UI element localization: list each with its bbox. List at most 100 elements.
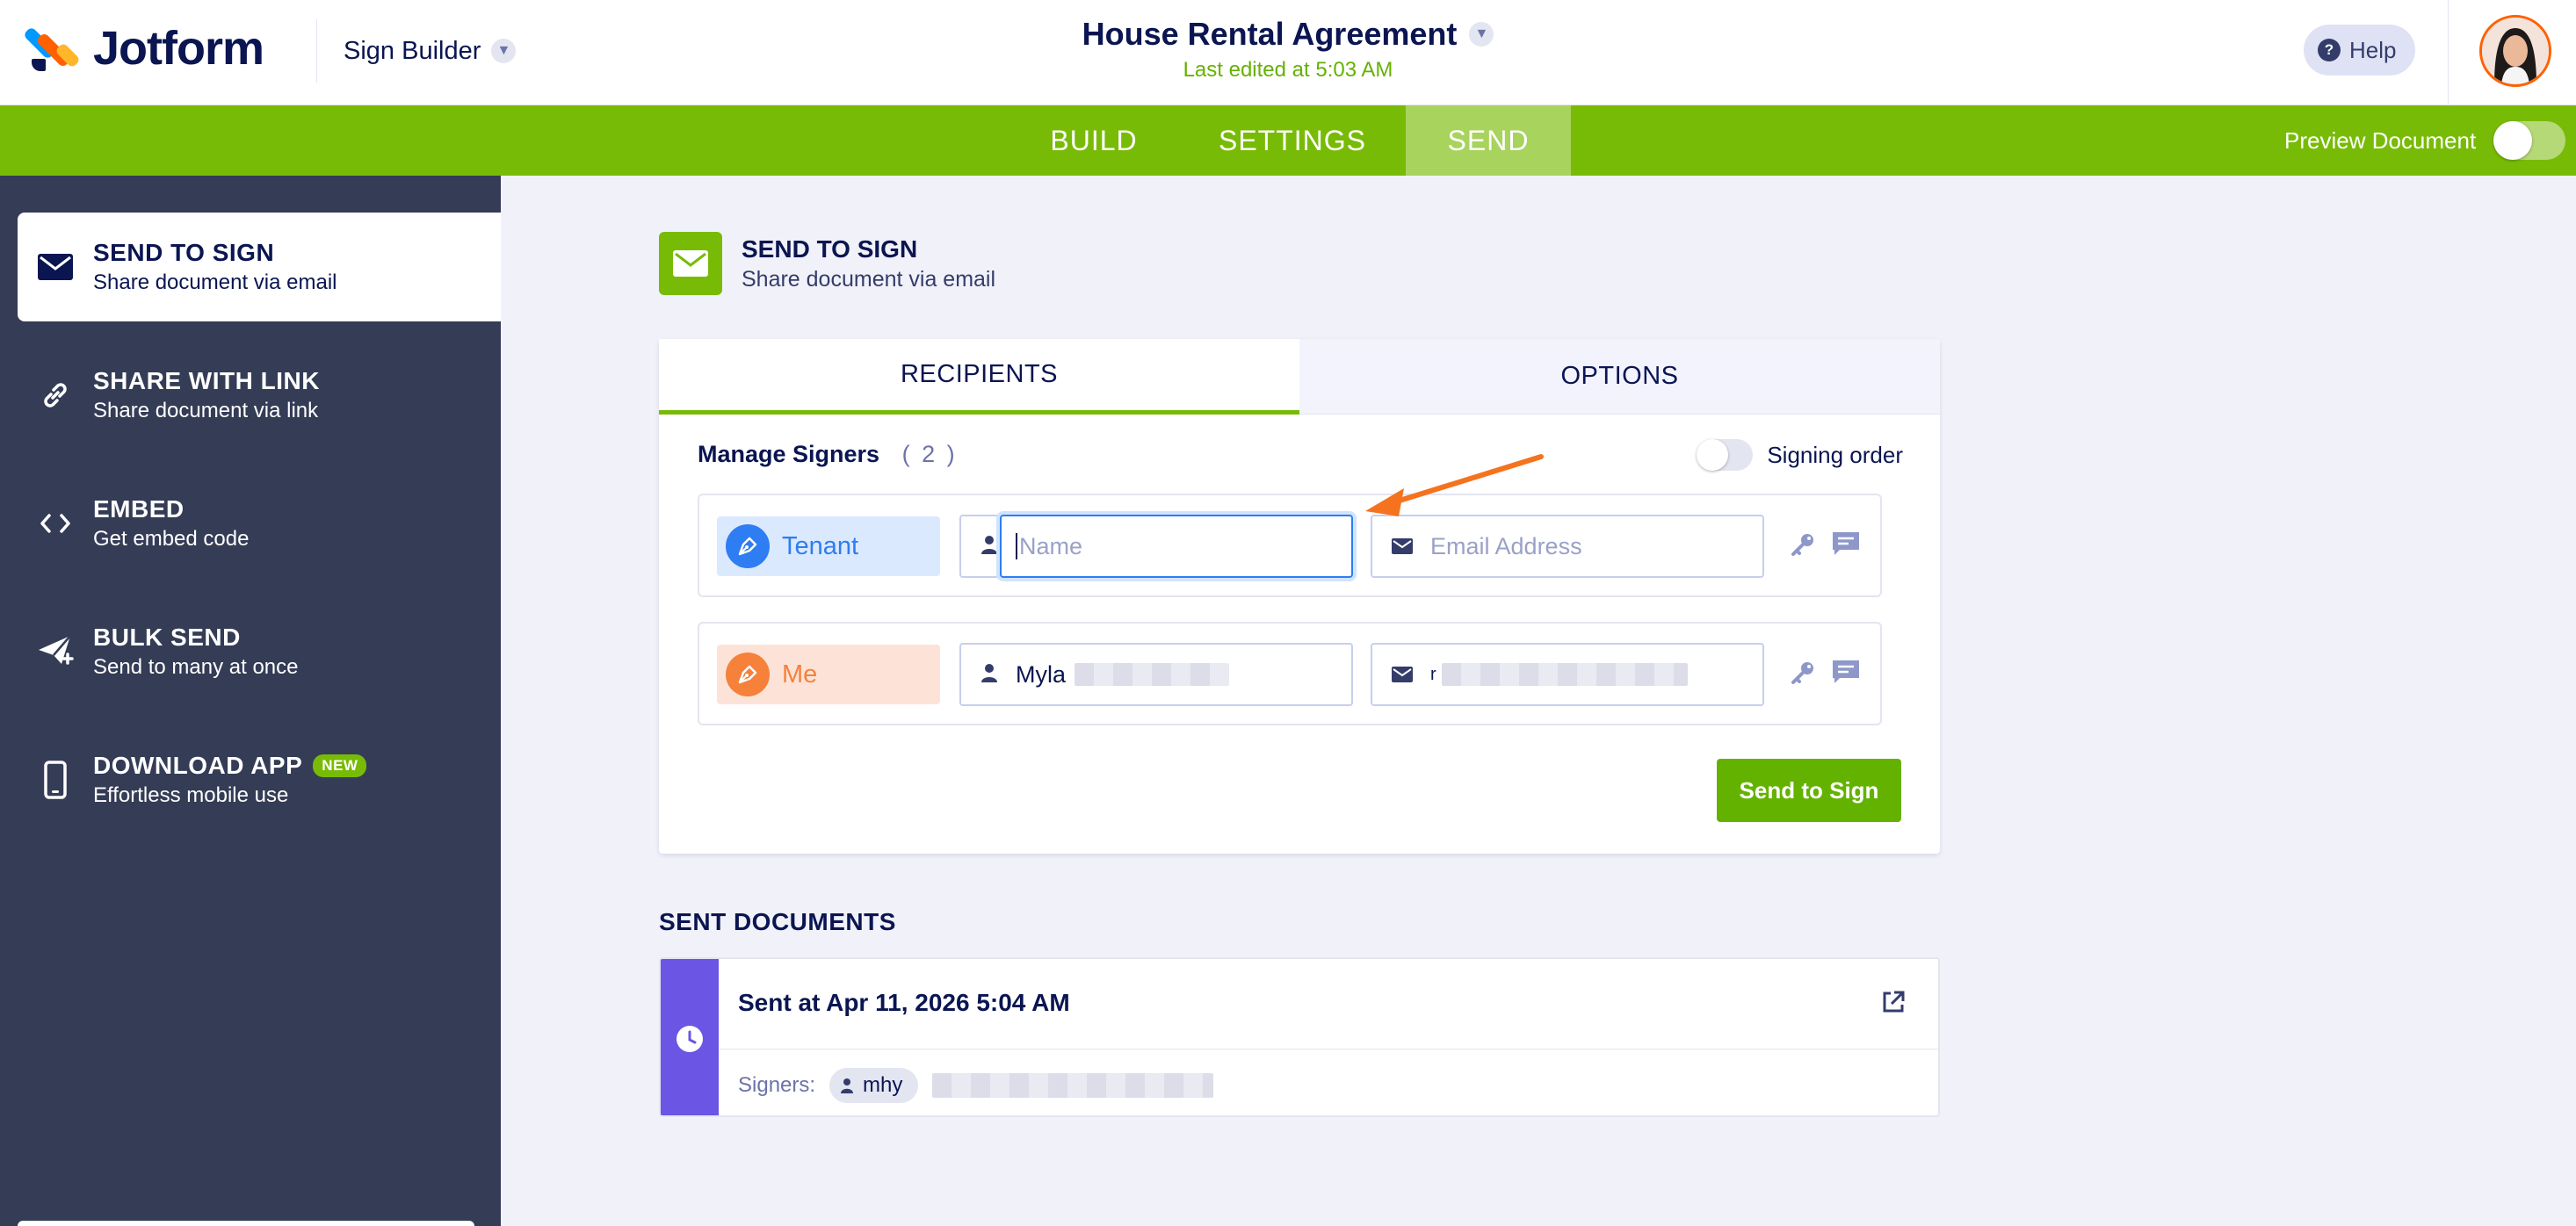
page-subtitle: Share document via email bbox=[742, 266, 996, 292]
person-icon bbox=[841, 1078, 854, 1093]
sidebar-item-send-to-sign[interactable]: SEND TO SIGN Share document via email bbox=[18, 213, 501, 321]
sidebar-item-subtitle: Effortless mobile use bbox=[93, 783, 289, 807]
sidebar-item-embed[interactable]: EMBED Get embed code bbox=[18, 469, 501, 578]
clock-icon bbox=[677, 1026, 703, 1052]
sidebar-item-share-with-link[interactable]: SHARE WITH LINK Share document via link bbox=[18, 341, 501, 450]
envelope-icon bbox=[1392, 661, 1413, 689]
external-link-icon[interactable] bbox=[1880, 989, 1907, 1020]
signer-chip-label: mhy bbox=[863, 1073, 903, 1097]
signers-label: Signers: bbox=[738, 1073, 816, 1097]
jotform-logo[interactable]: Jotform bbox=[22, 21, 264, 76]
signer-row-tenant: Tenant Name Email Address bbox=[698, 494, 1882, 597]
help-label: Help bbox=[2349, 36, 2397, 63]
user-avatar[interactable] bbox=[2479, 15, 2551, 87]
paper-plane-icon bbox=[18, 634, 93, 669]
document-title-text: House Rental Agreement bbox=[1082, 16, 1458, 52]
manage-signers-label: Manage Signers bbox=[698, 441, 880, 467]
page-heading: SEND TO SIGN Share document via email bbox=[659, 232, 995, 295]
envelope-icon bbox=[659, 232, 722, 295]
send-options-sidebar: SEND TO SIGN Share document via email SH… bbox=[0, 176, 501, 1226]
signer-row-me: Me Myla r bbox=[698, 622, 1882, 725]
sidebar-item-subtitle: Share document via link bbox=[93, 399, 319, 422]
new-badge: NEW bbox=[313, 754, 367, 777]
sidebar-item-subtitle: Share document via email bbox=[93, 270, 337, 294]
name-placeholder: Name bbox=[1019, 532, 1083, 559]
chevron-down-icon[interactable]: ▼ bbox=[1469, 22, 1494, 47]
preview-document-control: Preview Document bbox=[2284, 105, 2566, 176]
sidebar-item-title: EMBED bbox=[93, 495, 185, 523]
builder-label: Sign Builder bbox=[344, 36, 481, 65]
key-icon[interactable] bbox=[1791, 659, 1817, 689]
message-icon[interactable] bbox=[1831, 659, 1861, 689]
signer-chip: mhy bbox=[829, 1068, 919, 1103]
sidebar-item-bulk-send[interactable]: BULK SEND Send to many at once bbox=[18, 597, 501, 706]
help-button[interactable]: ? Help bbox=[2304, 25, 2416, 76]
role-badge-me[interactable]: Me bbox=[717, 645, 940, 704]
last-edited-status: Last edited at 5:03 AM bbox=[1183, 58, 1393, 82]
pen-nib-icon bbox=[726, 653, 770, 696]
tab-build[interactable]: BUILD bbox=[1028, 105, 1160, 176]
pen-nib-icon bbox=[726, 524, 770, 568]
document-title-area: House Rental Agreement ▼ Last edited at … bbox=[879, 16, 1697, 83]
builder-nav-bar: BUILD SETTINGS SEND Preview Document bbox=[0, 105, 2576, 176]
builder-selector[interactable]: Sign Builder ▼ bbox=[316, 19, 517, 83]
code-icon bbox=[18, 513, 93, 534]
top-header: Jotform Sign Builder ▼ House Rental Agre… bbox=[0, 0, 2576, 105]
tab-recipients[interactable]: RECIPIENTS bbox=[659, 339, 1299, 415]
sent-documents-heading: SENT DOCUMENTS bbox=[659, 908, 896, 935]
sidebar-item-subtitle: Send to many at once bbox=[93, 655, 299, 679]
history-strip bbox=[661, 959, 719, 1115]
sidebar-footer-edge bbox=[18, 1221, 474, 1226]
sidebar-item-title: DOWNLOAD APP bbox=[93, 752, 303, 779]
message-icon[interactable] bbox=[1831, 530, 1861, 561]
tab-settings[interactable]: SETTINGS bbox=[1197, 105, 1388, 176]
role-badge-tenant[interactable]: Tenant bbox=[717, 516, 940, 576]
mobile-phone-icon bbox=[18, 761, 93, 799]
header-divider bbox=[2448, 0, 2449, 105]
email-value: r bbox=[1430, 664, 1436, 684]
sidebar-item-title: SEND TO SIGN bbox=[93, 239, 275, 266]
page-title: SEND TO SIGN bbox=[742, 234, 918, 263]
signing-order-label: Signing order bbox=[1767, 441, 1903, 468]
signing-order-toggle[interactable] bbox=[1697, 439, 1754, 471]
signers-list: Signers: mhy bbox=[738, 1068, 1214, 1103]
document-title[interactable]: House Rental Agreement ▼ bbox=[1082, 16, 1494, 53]
question-icon: ? bbox=[2318, 39, 2341, 61]
email-input-tenant[interactable]: Email Address bbox=[1371, 515, 1764, 578]
preview-document-toggle[interactable] bbox=[2493, 121, 2566, 160]
name-input-tenant[interactable]: Name bbox=[1000, 515, 1353, 578]
envelope-icon bbox=[18, 254, 93, 280]
sidebar-item-title: BULK SEND bbox=[93, 624, 241, 651]
tab-send[interactable]: SEND bbox=[1406, 105, 1571, 176]
sidebar-item-title-row: DOWNLOAD APP NEW bbox=[93, 752, 367, 780]
sent-date: Sent at Apr 11, 2026 5:04 AM bbox=[738, 989, 1070, 1016]
sidebar-item-download-app[interactable]: DOWNLOAD APP NEW Effortless mobile use bbox=[18, 725, 501, 834]
key-icon[interactable] bbox=[1791, 530, 1817, 561]
recipients-card: RECIPIENTS OPTIONS Manage Signers ( 2 ) … bbox=[659, 339, 1940, 854]
email-input-me[interactable]: r bbox=[1371, 643, 1764, 706]
sidebar-item-subtitle: Get embed code bbox=[93, 527, 250, 551]
sidebar-item-title: SHARE WITH LINK bbox=[93, 367, 320, 394]
redacted-text bbox=[932, 1073, 1214, 1098]
manage-signers-heading: Manage Signers ( 2 ) bbox=[698, 441, 958, 468]
annotation-arrow-icon bbox=[1365, 454, 1544, 516]
signer-count: ( 2 ) bbox=[901, 441, 958, 467]
sent-document-item[interactable]: Sent at Apr 11, 2026 5:04 AM Signers: mh… bbox=[659, 957, 1940, 1117]
person-icon bbox=[980, 533, 998, 560]
role-name: Tenant bbox=[782, 531, 859, 560]
text-cursor bbox=[1016, 533, 1017, 559]
name-input-me[interactable]: Myla bbox=[959, 643, 1353, 706]
email-placeholder: Email Address bbox=[1430, 532, 1582, 559]
role-name: Me bbox=[782, 660, 818, 689]
chevron-down-icon: ▼ bbox=[491, 39, 517, 63]
send-to-sign-button[interactable]: Send to Sign bbox=[1717, 759, 1901, 822]
person-icon bbox=[980, 661, 998, 689]
tab-options[interactable]: OPTIONS bbox=[1299, 339, 1940, 415]
preview-document-label: Preview Document bbox=[2284, 126, 2477, 154]
envelope-icon bbox=[1392, 533, 1413, 560]
redacted-text bbox=[1075, 663, 1230, 686]
brand-name: Jotform bbox=[93, 22, 264, 75]
signing-order-control: Signing order bbox=[1697, 439, 1903, 471]
link-icon bbox=[18, 379, 93, 411]
redacted-text bbox=[1441, 663, 1688, 686]
